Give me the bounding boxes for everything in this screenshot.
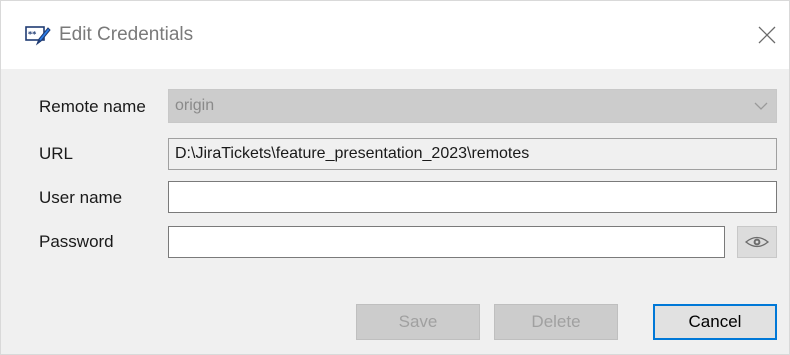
url-field[interactable]	[168, 138, 777, 170]
close-icon	[758, 26, 776, 44]
remote-name-select[interactable]: origin	[168, 89, 777, 123]
cancel-button[interactable]: Cancel	[653, 304, 777, 340]
password-field[interactable]	[168, 226, 725, 258]
remote-name-value: origin	[175, 97, 215, 114]
chevron-down-icon	[754, 102, 768, 110]
eye-icon	[745, 236, 769, 248]
close-button[interactable]	[749, 17, 785, 53]
edit-credentials-dialog: ** Edit Credentials Remote name origin U…	[0, 0, 790, 355]
show-password-button[interactable]	[737, 226, 777, 258]
dialog-title: Edit Credentials	[59, 24, 194, 45]
remote-name-label: Remote name	[39, 97, 146, 116]
password-label: Password	[39, 232, 114, 251]
delete-button[interactable]: Delete	[494, 304, 618, 340]
user-name-field[interactable]	[168, 181, 777, 213]
credential-edit-icon: **	[25, 26, 51, 46]
url-label: URL	[39, 144, 74, 163]
title-bar: ** Edit Credentials	[1, 1, 789, 69]
user-name-label: User name	[39, 188, 123, 207]
save-button[interactable]: Save	[356, 304, 480, 340]
svg-text:**: **	[28, 30, 37, 39]
